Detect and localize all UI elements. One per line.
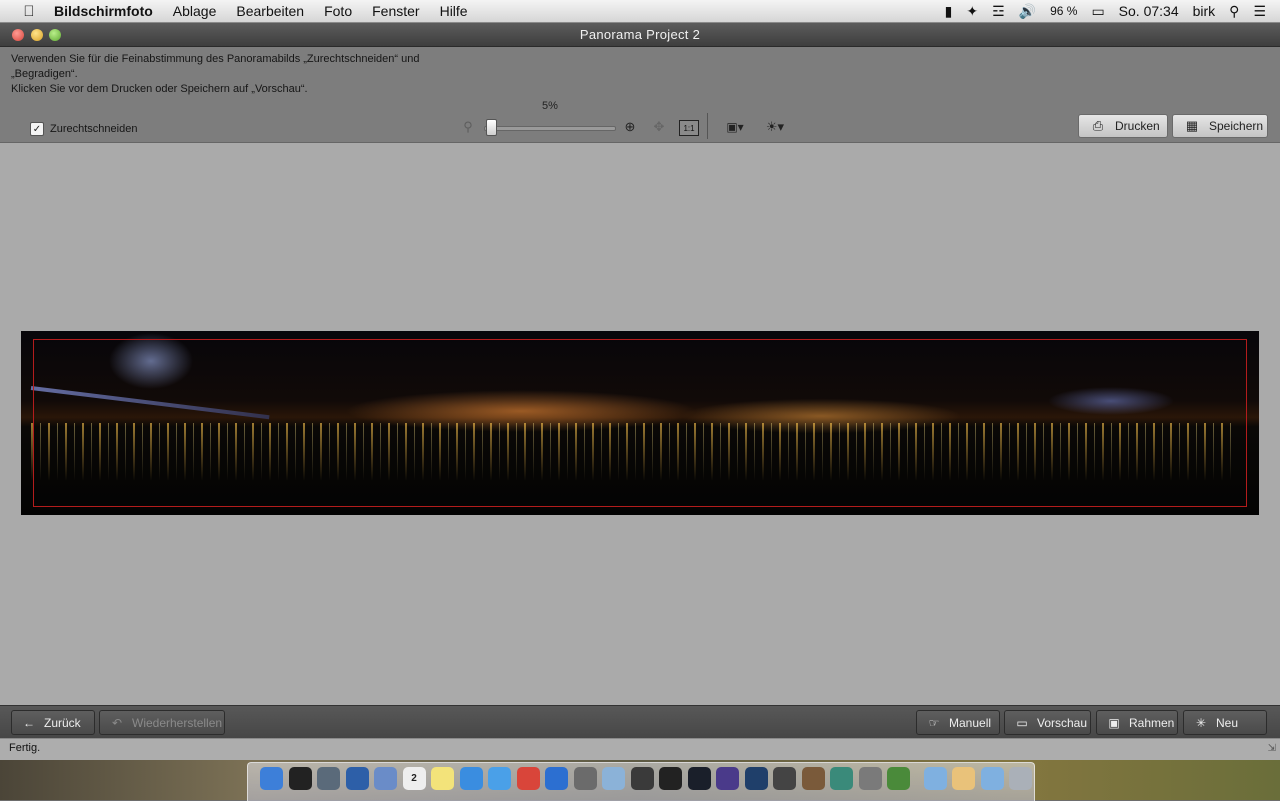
zoom-in-icon[interactable]: ⊕ [622, 119, 638, 135]
menu-extras: ▮ ✦ ☲ 🔊 96 % ▭ So. 07:34 birk ⚲ ☰ [945, 0, 1280, 22]
spotlight-search-icon[interactable]: ⚲ [1229, 3, 1239, 20]
resize-grip-icon[interactable]: ⇲ [1268, 743, 1276, 754]
zoom-slider-thumb[interactable] [485, 119, 497, 136]
crop-checkbox-row[interactable]: ✓ Zurechtschneiden [30, 122, 137, 136]
clock[interactable]: So. 07:34 [1119, 3, 1179, 19]
hand-pointer-icon: ☞ [928, 715, 940, 730]
terminal-icon[interactable] [288, 767, 312, 790]
bottom-bar: ← Zurück ↶ Wiederherstellen ☞ Manuell ▭ … [0, 705, 1280, 739]
fit-to-window-icon[interactable]: ✥ [650, 119, 668, 135]
itunes-icon[interactable] [459, 767, 483, 790]
menu-ablage[interactable]: Ablage [173, 3, 217, 19]
zoom-slider[interactable] [484, 126, 616, 131]
volume-icon[interactable]: 🔊 [1019, 3, 1036, 20]
bluetooth-icon[interactable]: ✦ [966, 3, 978, 20]
crop-checkbox-label: Zurechtschneiden [50, 123, 138, 135]
manual-button[interactable]: ☞ Manuell [916, 710, 1000, 735]
photo-stack-icon[interactable] [801, 767, 825, 790]
lens-icon[interactable] [630, 767, 654, 790]
back-button-label: Zurück [44, 715, 81, 730]
mail-icon[interactable] [374, 767, 397, 790]
menu-bar:  Bildschirmfoto Ablage Bearbeiten Foto … [0, 0, 1280, 23]
dock: 2 [247, 762, 1035, 801]
manual-button-label: Manuell [949, 715, 992, 730]
restore-button-label: Wiederherstellen [132, 715, 223, 730]
network-icon[interactable] [345, 767, 369, 790]
menu-foto[interactable]: Foto [324, 3, 352, 19]
save-disk-icon: ▦ [1185, 118, 1199, 133]
actual-size-button[interactable]: 1:1 [679, 120, 699, 136]
new-button[interactable]: ✳ Neu [1183, 710, 1267, 735]
downloads-folder-icon[interactable] [980, 767, 1004, 790]
chrome-icon[interactable] [516, 767, 540, 790]
user-name[interactable]: birk [1193, 3, 1216, 19]
save-button-label: Speichern [1209, 119, 1264, 133]
camera-icon[interactable] [573, 767, 597, 790]
rotate-menu-icon[interactable]: ▣▾ [720, 117, 750, 137]
panorama-canvas[interactable] [0, 143, 1280, 705]
menu-hilfe[interactable]: Hilfe [440, 3, 468, 19]
notes-icon[interactable] [431, 767, 454, 790]
notification-center-icon[interactable]: ☰ [1253, 3, 1266, 20]
crop-frame[interactable] [33, 339, 1247, 507]
panorama-image[interactable] [21, 331, 1259, 515]
zoom-out-icon[interactable]: ⚲ [460, 119, 476, 135]
restore-button[interactable]: ↶ Wiederherstellen [99, 710, 225, 735]
status-bar: Fertig. ⇲ [0, 738, 1280, 761]
instruction-line: Klicken Sie vor dem Drucken oder Speiche… [11, 83, 308, 95]
title-bar: Panorama Project 2 [0, 23, 1280, 47]
save-button[interactable]: ▦ Speichern [1172, 114, 1268, 138]
frame-button-label: Rahmen [1129, 715, 1175, 730]
word-icon[interactable] [545, 767, 568, 790]
instruction-line: „Begradigen“. [11, 68, 78, 80]
battery-percent[interactable]: 96 % [1050, 4, 1077, 18]
apple-menu-icon[interactable]:  [18, 3, 40, 20]
printer-icon: ⎙ [1092, 118, 1104, 133]
safari-icon[interactable] [488, 767, 511, 790]
zoom-percent: 5% [542, 100, 558, 112]
calendar-icon[interactable]: 2 [402, 767, 426, 790]
lightroom-icon[interactable] [687, 767, 711, 790]
menu-app-name[interactable]: Bildschirmfoto [54, 3, 153, 19]
brightness-menu-icon[interactable]: ☀▾ [760, 117, 790, 137]
disk-utility-icon[interactable] [887, 767, 910, 790]
menu-fenster[interactable]: Fenster [372, 3, 419, 19]
frame-button[interactable]: ▣ Rahmen [1096, 710, 1178, 735]
menu-bearbeiten[interactable]: Bearbeiten [236, 3, 304, 19]
instruction-line: Verwenden Sie für die Feinabstimmung des… [11, 53, 420, 65]
aperture-icon[interactable] [716, 767, 739, 790]
home-folder-icon[interactable] [952, 767, 975, 790]
battery-icon[interactable]: ▭ [1091, 3, 1104, 20]
preview-icon[interactable] [602, 767, 625, 790]
window-title: Panorama Project 2 [579, 27, 701, 42]
activity-monitor-icon[interactable] [317, 767, 340, 790]
back-button[interactable]: ← Zurück [11, 710, 95, 735]
preview-button[interactable]: ▭ Vorschau [1004, 710, 1091, 735]
new-sparkle-icon: ✳ [1195, 715, 1207, 730]
panorama-window: Panorama Project 2 Verwenden Sie für die… [0, 23, 1280, 761]
finder-icon[interactable] [260, 767, 283, 790]
photo-browser-icon[interactable] [773, 767, 796, 790]
frame-icon: ▣ [1108, 715, 1120, 730]
status-text: Fertig. [9, 742, 41, 754]
x11-icon[interactable] [858, 767, 882, 790]
preview-button-label: Vorschau [1037, 715, 1088, 730]
nikon-icon[interactable] [659, 767, 682, 790]
panorama-toolbar: Verwenden Sie für die Feinabstimmung des… [0, 47, 1280, 143]
crop-checkbox[interactable]: ✓ [30, 122, 44, 136]
applications-folder-icon[interactable] [923, 767, 947, 790]
toolbar-divider [707, 113, 708, 139]
iphoto-icon[interactable] [830, 767, 853, 790]
wifi-icon[interactable]: ☲ [992, 3, 1005, 20]
trash-icon[interactable] [1009, 767, 1032, 790]
preview-panorama-icon: ▭ [1016, 715, 1028, 730]
flashlight-icon[interactable]: ▮ [945, 3, 953, 20]
info-icon[interactable] [744, 767, 768, 790]
arrow-left-icon: ← [23, 715, 35, 730]
new-button-label: Neu [1216, 715, 1239, 730]
print-button[interactable]: ⎙ Drucken [1078, 114, 1168, 138]
instructions-text: Verwenden Sie für die Feinabstimmung des… [11, 52, 481, 97]
restore-icon: ↶ [111, 715, 123, 730]
print-button-label: Drucken [1115, 119, 1160, 133]
